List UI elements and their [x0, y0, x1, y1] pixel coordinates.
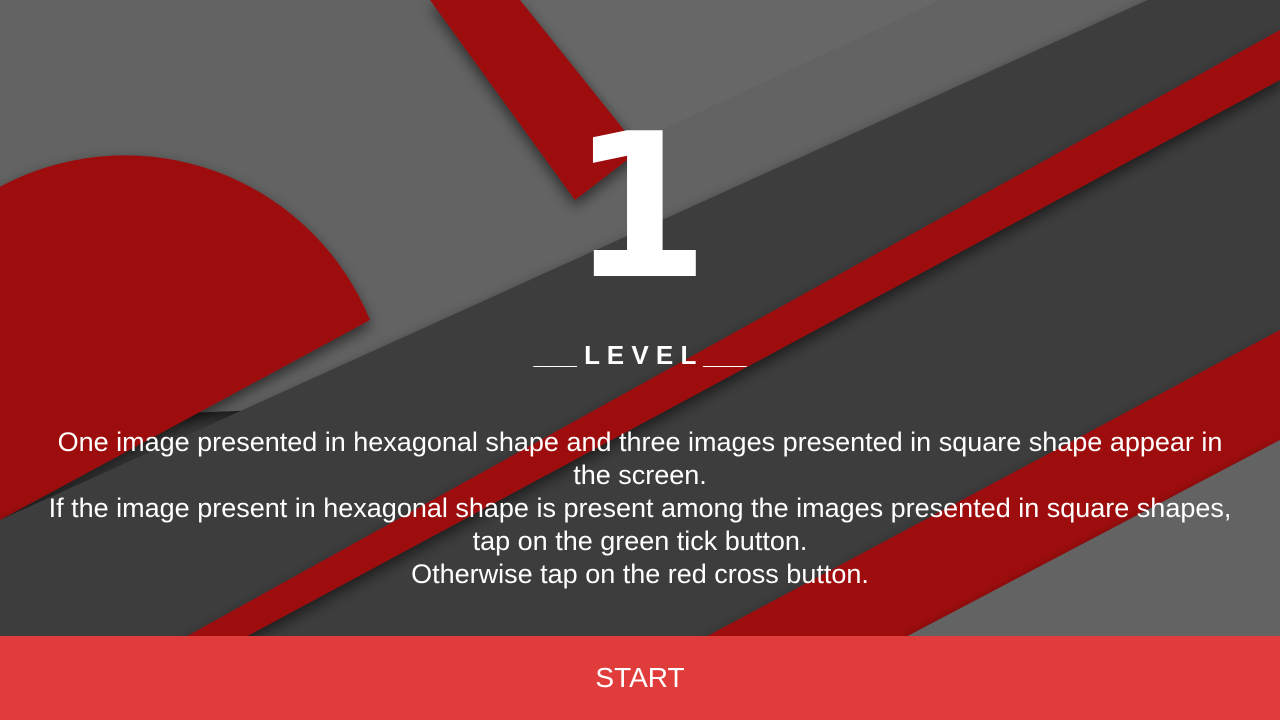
- level-label: ___ L E V E L ___: [533, 340, 747, 370]
- instruction-line: Otherwise tap on the red cross button.: [411, 559, 869, 589]
- level-number: 1: [570, 91, 710, 324]
- instruction-line: If the image present in hexagonal shape …: [48, 493, 1232, 556]
- start-button[interactable]: START: [0, 636, 1280, 720]
- instruction-line: One image presented in hexagonal shape a…: [57, 427, 1223, 490]
- level-intro-screen: 1 ___ L E V E L ___ One image presented …: [0, 0, 1280, 720]
- instructions-text: One image presented in hexagonal shape a…: [40, 426, 1240, 591]
